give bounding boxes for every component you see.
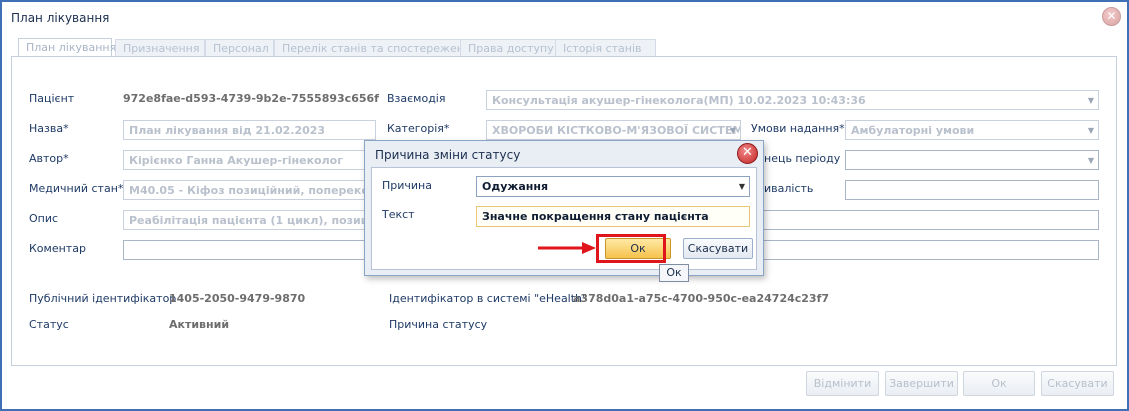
chevron-down-icon: ▼ xyxy=(1087,96,1094,105)
category-value: ХВОРОБИ КІСТКОВО-М'ЯЗОВОЇ СИСТЕМИ xyxy=(492,124,741,137)
dialog-close-icon[interactable]: ✕ xyxy=(737,143,758,164)
chevron-down-icon: ▼ xyxy=(738,182,745,191)
category-dropdown[interactable]: ХВОРОБИ КІСТКОВО-М'ЯЗОВОЇ СИСТЕМИ ▼ xyxy=(486,120,741,140)
interaction-dropdown[interactable]: Консультація акушер-гінеколога(МП) 10.02… xyxy=(486,90,1099,110)
status-label: Статус xyxy=(29,318,69,331)
description-field[interactable]: Реабілітація пацієнта (1 цикл), позиційн… xyxy=(123,210,376,230)
patient-value: 972e8fae-d593-4739-9b2e-7555893c656f xyxy=(123,92,379,105)
interaction-label: Взаємодія xyxy=(387,92,446,105)
condition-field[interactable]: M40.05 - Кіфоз позиційний, попереково-гр xyxy=(123,180,376,200)
window-close-icon[interactable]: ✕ xyxy=(1102,7,1121,26)
interaction-value: Консультація акушер-гінеколога(МП) 10.02… xyxy=(492,94,866,107)
text-input[interactable]: Значне покращення стану пацієнта xyxy=(476,206,750,227)
window-titlebar: План лікування ✕ xyxy=(2,2,1127,32)
dialog-title: Причина зміни статусу xyxy=(375,148,521,162)
patient-label: Пацієнт xyxy=(29,92,75,105)
revoke-button[interactable]: Відмінити xyxy=(806,371,879,396)
conditions-dropdown[interactable]: Амбулаторні умови ▼ xyxy=(845,120,1099,140)
status-value: Активний xyxy=(169,318,230,331)
period-end-label: нець періоду xyxy=(764,152,841,165)
description-field-value: Реабілітація пацієнта (1 цикл), позиційн… xyxy=(129,214,376,227)
category-label: Категорія* xyxy=(387,122,450,135)
text-label: Текст xyxy=(382,208,415,221)
cancel-button[interactable]: Скасувати xyxy=(1041,371,1114,396)
comment-field[interactable] xyxy=(123,240,376,260)
ok-button[interactable]: Ок xyxy=(963,371,1035,396)
ehealth-id-label: Ідентифікатор в системі "eHealth" xyxy=(389,292,588,305)
window-title: План лікування xyxy=(11,11,110,25)
author-field-value: Кірієнко Ганна Акушер-гінеколог xyxy=(129,154,343,167)
condition-field-value: M40.05 - Кіфоз позиційний, попереково-гр xyxy=(129,184,376,197)
name-field[interactable]: План лікування від 21.02.2023 xyxy=(123,120,376,140)
description-label: Опис xyxy=(29,212,59,225)
public-id-value: 1405-2050-9479-9870 xyxy=(169,292,306,305)
reason-dropdown[interactable]: Одужання ▼ xyxy=(476,176,750,197)
author-field[interactable]: Кірієнко Ганна Акушер-гінеколог xyxy=(123,150,376,170)
period-end-field[interactable]: ▼ xyxy=(845,150,1099,170)
conditions-value: Амбулаторні умови xyxy=(851,124,975,137)
comment-field-right[interactable] xyxy=(762,240,1099,260)
name-label: Назва* xyxy=(29,122,69,135)
name-field-value: План лікування від 21.02.2023 xyxy=(129,124,326,137)
chevron-down-icon: ▼ xyxy=(1087,126,1094,135)
condition-label: Медичний стан* xyxy=(29,182,124,195)
author-label: Автор* xyxy=(29,152,69,165)
dialog-cancel-button[interactable]: Скасувати xyxy=(683,238,753,259)
duration-label: ивалість xyxy=(764,182,814,195)
chevron-down-icon: ▼ xyxy=(729,126,736,135)
conditions-label: Умови надання* xyxy=(751,122,845,135)
duration-field[interactable] xyxy=(845,180,1099,200)
public-id-label: Публічний ідентифікатор xyxy=(29,292,177,305)
reason-label: Причина xyxy=(382,179,432,192)
text-value: Значне покращення стану пацієнта xyxy=(482,210,709,223)
comment-label: Коментар xyxy=(29,242,86,255)
ok-highlight-box xyxy=(596,234,666,263)
red-arrow-icon xyxy=(538,242,596,254)
ok-tooltip: Ок xyxy=(659,264,689,282)
ehealth-id-value: a378d0a1-a75c-4700-950c-ea24724c23f7 xyxy=(573,292,830,305)
reason-value: Одужання xyxy=(482,180,549,193)
finish-button[interactable]: Завершити xyxy=(885,371,958,396)
chevron-down-icon: ▼ xyxy=(1087,156,1094,165)
description-field-right[interactable] xyxy=(762,210,1099,230)
status-reason-label: Причина статусу xyxy=(389,318,488,331)
